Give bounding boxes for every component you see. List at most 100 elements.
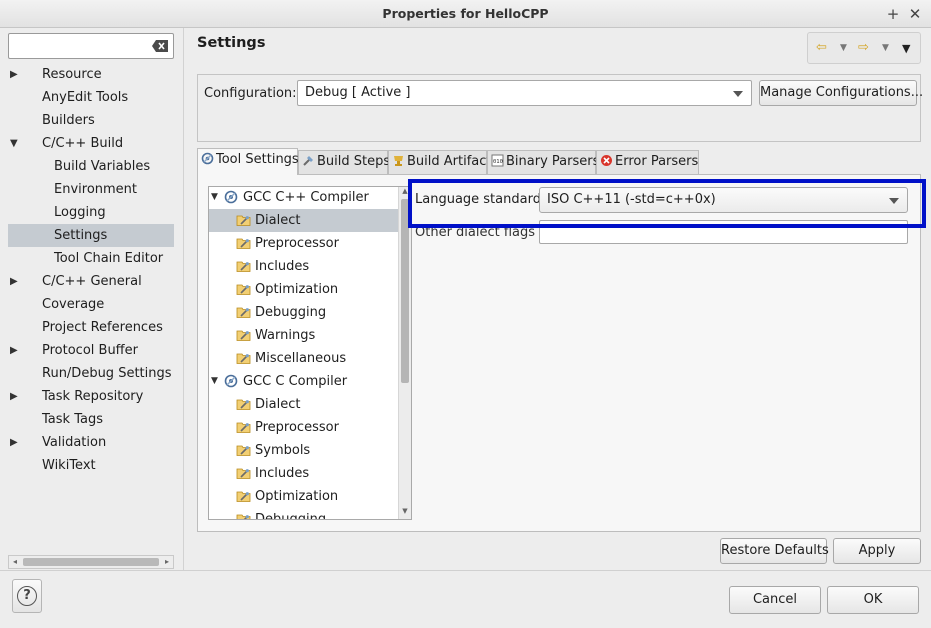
tree-option-node[interactable]: Debugging: [209, 301, 399, 324]
close-button[interactable]: ✕: [905, 4, 925, 24]
sidebar-item-settings[interactable]: Settings: [8, 224, 174, 247]
restore-defaults-button[interactable]: Restore Defaults: [720, 538, 829, 564]
collapsed-arrow-icon[interactable]: ▶: [10, 385, 20, 408]
tree-option-node[interactable]: Dialect: [209, 209, 399, 232]
sidebar-item-build-variables[interactable]: Build Variables: [0, 155, 174, 178]
forward-arrow-icon[interactable]: ⇨: [858, 40, 869, 55]
title-bar: Properties for HelloCPP + ✕: [0, 0, 931, 28]
tree-option-node[interactable]: Warnings: [209, 324, 399, 347]
option-category-icon: [236, 399, 251, 410]
scroll-up-arrow-icon[interactable]: ▲: [399, 187, 411, 195]
tree-option-node[interactable]: Debugging: [209, 508, 399, 519]
other-dialect-flags-input[interactable]: [539, 220, 908, 244]
option-category-icon: [236, 238, 251, 249]
tool-settings-icon: [201, 152, 214, 165]
scrollbar-thumb[interactable]: [23, 558, 159, 566]
collapsed-arrow-icon[interactable]: ▶: [10, 431, 20, 454]
tree-option-node[interactable]: Optimization: [209, 485, 399, 508]
tree-tool-node[interactable]: ▼ GCC C++ Compiler: [209, 187, 399, 209]
apply-button[interactable]: Apply: [833, 538, 921, 564]
sidebar-item-project-references[interactable]: Project References: [0, 316, 174, 339]
tool-settings-panel: ▼ GCC C++ Compiler Dialect Preprocessor Incl…: [197, 174, 921, 532]
sidebar-item-label: C/C++ Build: [42, 136, 124, 151]
main-panel: Settings ⇦ ▼ ⇨ ▼ ▼ Configuration: Debug …: [185, 28, 931, 570]
sidebar-item-c-c-general[interactable]: ▶ C/C++ General: [0, 270, 174, 293]
language-standard-select[interactable]: ISO C++11 (-std=c++0x): [539, 187, 908, 213]
collapsed-arrow-icon[interactable]: ▶: [10, 270, 20, 293]
compiler-tool-icon: [224, 374, 238, 388]
tree-tool-node[interactable]: ▼ GCC C Compiler: [209, 370, 399, 393]
page-title: Settings: [197, 35, 266, 51]
build-artifact-icon: [394, 156, 403, 166]
sidebar-item-label: Logging: [54, 205, 106, 220]
tab-binary-parsers[interactable]: 010 Binary Parsers: [487, 150, 599, 174]
sidebar-item-label: Project References: [42, 320, 163, 335]
tab-tool-settings[interactable]: Tool Settings: [197, 148, 299, 175]
view-menu-icon[interactable]: ▼: [902, 42, 910, 55]
sidebar-item-c-c-build[interactable]: ▼ C/C++ Build: [0, 132, 174, 155]
sidebar-item-wikitext[interactable]: WikiText: [0, 454, 174, 477]
collapsed-arrow-icon[interactable]: ▶: [10, 63, 20, 86]
collapsed-arrow-icon[interactable]: ▶: [10, 339, 20, 362]
scroll-right-arrow-icon[interactable]: ▸: [161, 555, 173, 569]
sidebar-item-validation[interactable]: ▶ Validation: [0, 431, 174, 454]
tab-error-parsers[interactable]: Error Parsers: [596, 150, 699, 174]
tree-option-node[interactable]: Dialect: [209, 393, 399, 416]
help-button[interactable]: ?: [12, 579, 42, 613]
tab-build-artifact[interactable]: Build Artifact: [388, 150, 492, 174]
sidebar-item-run-debug-settings[interactable]: Run/Debug Settings: [0, 362, 174, 385]
tree-option-node[interactable]: Includes: [209, 255, 399, 278]
configuration-select[interactable]: Debug [ Active ]: [297, 80, 752, 106]
sidebar-item-label: Environment: [54, 182, 138, 197]
tool-tree-scrollbar[interactable]: ▲ ▼: [398, 187, 411, 519]
tab-build-steps[interactable]: Build Steps: [298, 150, 391, 174]
option-category-icon: [236, 514, 251, 519]
tree-node-label: Miscellaneous: [255, 351, 347, 366]
option-category-icon: [236, 491, 251, 502]
filter-field[interactable]: [8, 33, 174, 59]
sidebar-item-task-repository[interactable]: ▶ Task Repository: [0, 385, 174, 408]
sidebar-item-coverage[interactable]: Coverage: [0, 293, 174, 316]
tree-option-node[interactable]: Preprocessor: [209, 232, 399, 255]
sidebar-item-label: Validation: [42, 435, 107, 450]
sidebar-item-tool-chain-editor[interactable]: Tool Chain Editor: [0, 247, 174, 270]
tree-option-node[interactable]: Includes: [209, 462, 399, 485]
tree-option-node[interactable]: Symbols: [209, 439, 399, 462]
filter-input[interactable]: [9, 34, 149, 58]
tree-node-label: Preprocessor: [255, 236, 339, 251]
scroll-down-arrow-icon[interactable]: ▼: [399, 507, 411, 515]
sidebar-item-logging[interactable]: Logging: [0, 201, 174, 224]
tree-option-node[interactable]: Preprocessor: [209, 416, 399, 439]
tree-node-label: Optimization: [255, 489, 339, 504]
maximize-button[interactable]: +: [883, 4, 903, 24]
scrollbar-thumb[interactable]: [401, 199, 409, 383]
sidebar-item-task-tags[interactable]: Task Tags: [0, 408, 174, 431]
back-dropdown-icon[interactable]: ▼: [840, 43, 847, 53]
sidebar-item-label: Coverage: [42, 297, 105, 312]
sidebar-item-anyedit-tools[interactable]: AnyEdit Tools: [0, 86, 174, 109]
sidebar-item-label: Resource: [42, 67, 102, 82]
ok-button[interactable]: OK: [827, 586, 919, 614]
dropdown-caret-icon: [889, 198, 899, 204]
expanded-arrow-icon[interactable]: ▼: [211, 187, 218, 209]
sidebar-item-builders[interactable]: Builders: [0, 109, 174, 132]
sidebar-item-environment[interactable]: Environment: [0, 178, 174, 201]
tab-label: Build Steps: [317, 154, 391, 169]
sidebar-item-label: Task Tags: [42, 412, 103, 427]
scroll-left-arrow-icon[interactable]: ◂: [9, 555, 21, 569]
tree-option-node[interactable]: Miscellaneous: [209, 347, 399, 370]
cancel-button[interactable]: Cancel: [729, 586, 821, 614]
expanded-arrow-icon[interactable]: ▼: [10, 132, 20, 155]
tree-option-node[interactable]: Optimization: [209, 278, 399, 301]
option-category-icon: [236, 422, 251, 433]
manage-configurations-button[interactable]: Manage Configurations...: [759, 80, 923, 106]
sidebar-item-protocol-buffer[interactable]: ▶ Protocol Buffer: [0, 339, 174, 362]
binary-parsers-icon: 010: [491, 154, 504, 167]
clear-icon[interactable]: [152, 40, 168, 52]
forward-dropdown-icon[interactable]: ▼: [882, 43, 889, 53]
back-arrow-icon[interactable]: ⇦: [816, 40, 827, 55]
tree-node-label: Includes: [255, 466, 310, 481]
sidebar-item-resource[interactable]: ▶ Resource: [0, 63, 174, 86]
sidebar-horizontal-scrollbar[interactable]: ◂ ▸: [8, 555, 174, 569]
expanded-arrow-icon[interactable]: ▼: [211, 370, 218, 393]
